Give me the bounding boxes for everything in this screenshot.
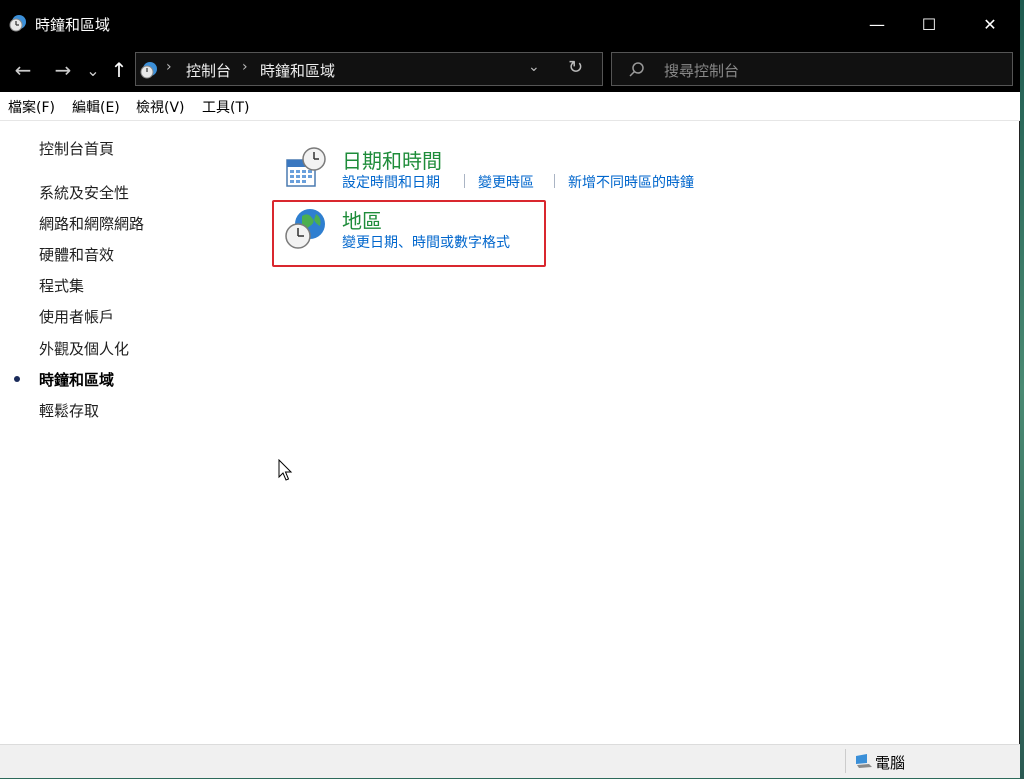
search-placeholder: 搜尋控制台 [664, 62, 740, 80]
set-time-date-link[interactable]: 設定時間和日期 [342, 172, 440, 192]
breadcrumb-clock-region[interactable]: 時鐘和區域 [260, 60, 335, 81]
search-icon [629, 62, 644, 77]
region-highlight-box [272, 200, 546, 267]
status-location: 電腦 [875, 754, 906, 772]
mouse-cursor-icon [278, 459, 293, 481]
close-icon: ✕ [983, 14, 997, 34]
address-bar[interactable]: › 控制台 › 時鐘和區域 ⌄ ↻ [135, 52, 603, 86]
link-divider [464, 174, 465, 188]
search-box[interactable]: 搜尋控制台 [611, 52, 1013, 86]
title-bar: 時鐘和區域 — ☐ ✕ [0, 0, 1020, 48]
change-timezone-link[interactable]: 變更時區 [478, 172, 534, 192]
control-panel-window: 時鐘和區域 — ☐ ✕ ← → ⌄ ↑ › 控制台 › 時鐘和區域 ⌄ ↻ 搜尋… [0, 0, 1020, 778]
date-time-category-title[interactable]: 日期和時間 [342, 145, 442, 174]
breadcrumb-separator: › [166, 59, 172, 75]
back-button[interactable]: ← [10, 56, 36, 84]
nav-ease-of-access[interactable]: 輕鬆存取 [39, 400, 99, 421]
nav-programs[interactable]: 程式集 [39, 275, 84, 296]
control-panel-home-link[interactable]: 控制台首頁 [39, 138, 114, 159]
navigation-bar: ← → ⌄ ↑ › 控制台 › 時鐘和區域 ⌄ ↻ 搜尋控制台 [0, 48, 1020, 92]
up-arrow-icon: ↑ [110, 58, 128, 82]
menu-view[interactable]: 檢視(V) [136, 97, 185, 117]
menu-edit[interactable]: 編輯(E) [72, 97, 120, 117]
clock-globe-icon [9, 15, 26, 32]
status-divider [845, 749, 846, 773]
nav-user-accounts[interactable]: 使用者帳戶 [39, 306, 114, 327]
nav-system-security[interactable]: 系統及安全性 [39, 182, 129, 203]
minimize-icon: — [869, 14, 885, 34]
refresh-icon[interactable]: ↻ [568, 57, 583, 78]
forward-arrow-icon: → [54, 58, 72, 82]
chevron-down-icon: ⌄ [86, 60, 100, 80]
add-clocks-link[interactable]: 新增不同時區的時鐘 [568, 172, 694, 192]
menu-file[interactable]: 檔案(F) [8, 97, 55, 117]
maximize-icon: ☐ [921, 14, 937, 34]
breadcrumb-control-panel[interactable]: 控制台 [186, 60, 231, 81]
link-divider [554, 174, 555, 188]
up-button[interactable]: ↑ [106, 56, 132, 84]
nav-network-internet[interactable]: 網路和網際網路 [39, 213, 144, 234]
menu-tools[interactable]: 工具(T) [202, 97, 249, 117]
nav-hardware-sound[interactable]: 硬體和音效 [39, 244, 114, 265]
breadcrumb-separator: › [242, 59, 248, 75]
computer-icon [856, 754, 872, 768]
status-bar: 電腦 [0, 744, 1020, 778]
back-arrow-icon: ← [14, 58, 32, 82]
calendar-clock-icon[interactable] [284, 146, 328, 190]
desktop-background [1020, 0, 1024, 779]
window-title: 時鐘和區域 [35, 16, 111, 34]
nav-clock-region[interactable]: 時鐘和區域 [39, 369, 114, 390]
nav-appearance-personalization[interactable]: 外觀及個人化 [39, 338, 129, 359]
close-button[interactable]: ✕ [965, 0, 1015, 48]
menu-bar: 檔案(F) 編輯(E) 檢視(V) 工具(T) [0, 92, 1020, 121]
minimize-button[interactable]: — [852, 0, 902, 48]
active-item-bullet [14, 376, 20, 382]
clock-globe-icon [140, 62, 157, 79]
recent-locations-button[interactable]: ⌄ [80, 56, 106, 84]
forward-button[interactable]: → [50, 56, 76, 84]
address-dropdown-icon[interactable]: ⌄ [528, 59, 540, 75]
maximize-button[interactable]: ☐ [904, 0, 954, 48]
